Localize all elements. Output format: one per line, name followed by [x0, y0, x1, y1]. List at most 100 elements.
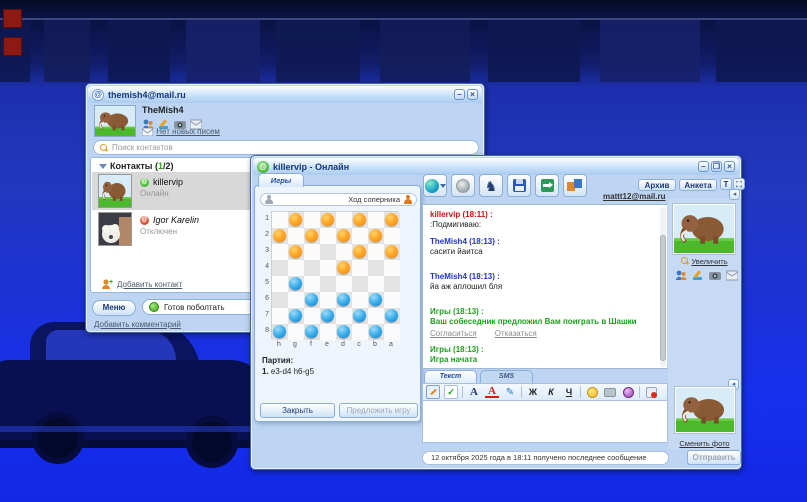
- accept-link[interactable]: Согласиться: [430, 329, 477, 338]
- board-cell[interactable]: [304, 228, 320, 244]
- messages-scrollbar[interactable]: [660, 207, 666, 367]
- checker-piece-blue[interactable]: [337, 293, 350, 306]
- checker-piece-blue[interactable]: [385, 309, 398, 322]
- checker-piece-orange[interactable]: [305, 229, 318, 242]
- board-cell[interactable]: [272, 228, 288, 244]
- checker-piece-orange[interactable]: [289, 245, 302, 258]
- board-cell[interactable]: [384, 308, 400, 324]
- board-cell[interactable]: [288, 308, 304, 324]
- board-cell[interactable]: [384, 244, 400, 260]
- board-cell[interactable]: [336, 228, 352, 244]
- checker-piece-blue[interactable]: [369, 293, 382, 306]
- board-cell[interactable]: [336, 292, 352, 308]
- board-cell[interactable]: [368, 260, 384, 276]
- games-button[interactable]: ♞: [479, 174, 503, 197]
- board-cell[interactable]: [288, 212, 304, 228]
- font-icon[interactable]: A: [467, 385, 481, 399]
- board-cell[interactable]: [304, 308, 320, 324]
- board-cell[interactable]: [288, 244, 304, 260]
- notes-icon[interactable]: [426, 385, 440, 399]
- add-comment-link[interactable]: Добавить комментарий: [94, 320, 181, 329]
- checker-piece-blue[interactable]: [289, 309, 302, 322]
- board-cell[interactable]: [352, 212, 368, 228]
- board-cell[interactable]: [384, 228, 400, 244]
- board-cell[interactable]: [288, 276, 304, 292]
- change-photo-link[interactable]: Сменить фото: [679, 439, 729, 448]
- board-cell[interactable]: [288, 228, 304, 244]
- webcam-button[interactable]: [451, 174, 475, 197]
- board-cell[interactable]: [288, 324, 304, 340]
- checker-piece-orange[interactable]: [289, 213, 302, 226]
- board-cell[interactable]: [368, 308, 384, 324]
- checker-piece-orange[interactable]: [369, 229, 382, 242]
- checker-piece-blue[interactable]: [289, 277, 302, 290]
- checker-piece-blue[interactable]: [305, 325, 318, 338]
- board-cell[interactable]: [320, 260, 336, 276]
- board-cell[interactable]: [384, 276, 400, 292]
- board-cell[interactable]: [288, 292, 304, 308]
- underline-icon[interactable]: Ч: [562, 385, 576, 399]
- minimize-icon[interactable]: –: [454, 89, 465, 100]
- checker-piece-orange[interactable]: [353, 245, 366, 258]
- tab-sms[interactable]: SMS: [480, 370, 533, 383]
- propose-game-button[interactable]: Предложить игру: [339, 403, 418, 418]
- board-cell[interactable]: [288, 260, 304, 276]
- board-cell[interactable]: [272, 212, 288, 228]
- board-cell[interactable]: [272, 276, 288, 292]
- chat-window-titlebar[interactable]: @ killervip - Онлайн – ❐ ×: [253, 158, 739, 175]
- checker-piece-blue[interactable]: [369, 325, 382, 338]
- contact-email-link[interactable]: mattt12@mail.ru: [603, 192, 665, 201]
- checker-piece-blue[interactable]: [353, 309, 366, 322]
- call-button[interactable]: [423, 174, 447, 197]
- block-user-icon[interactable]: [644, 385, 658, 399]
- tab-text[interactable]: Текст: [424, 370, 477, 383]
- contact-window-titlebar[interactable]: @ themish4@mail.ru – ×: [88, 86, 482, 103]
- board-cell[interactable]: [352, 276, 368, 292]
- emoticon-icon[interactable]: [585, 385, 599, 399]
- edit-status-icon[interactable]: [692, 268, 704, 279]
- profile-button[interactable]: Анкета: [679, 179, 717, 191]
- video-emotion-icon[interactable]: [603, 385, 617, 399]
- close-icon[interactable]: ×: [724, 161, 735, 172]
- board-cell[interactable]: [352, 244, 368, 260]
- decline-link[interactable]: Отказаться: [495, 329, 537, 338]
- board-cell[interactable]: [320, 292, 336, 308]
- message-input[interactable]: [422, 401, 668, 443]
- board-cell[interactable]: [368, 212, 384, 228]
- board-cell[interactable]: [320, 324, 336, 340]
- checker-piece-orange[interactable]: [385, 213, 398, 226]
- board-cell[interactable]: [368, 276, 384, 292]
- tab-games[interactable]: Игры: [258, 173, 304, 187]
- checker-piece-orange[interactable]: [337, 261, 350, 274]
- highlighter-icon[interactable]: ✎: [503, 385, 517, 399]
- board-cell[interactable]: [336, 308, 352, 324]
- board-cell[interactable]: [336, 324, 352, 340]
- board-cell[interactable]: [384, 292, 400, 308]
- board-cell[interactable]: [304, 292, 320, 308]
- spellcheck-icon[interactable]: ✓: [444, 385, 458, 399]
- close-icon[interactable]: ×: [467, 89, 478, 100]
- checker-piece-orange[interactable]: [385, 245, 398, 258]
- checker-piece-blue[interactable]: [273, 325, 286, 338]
- board-cell[interactable]: [368, 292, 384, 308]
- close-game-button[interactable]: Закрыть: [260, 403, 335, 418]
- checker-piece-orange[interactable]: [337, 229, 350, 242]
- alarm-icon[interactable]: [621, 385, 635, 399]
- maximize-icon[interactable]: ❐: [711, 161, 722, 172]
- board-cell[interactable]: [320, 212, 336, 228]
- conference-button[interactable]: [563, 174, 587, 197]
- board-cell[interactable]: [336, 276, 352, 292]
- board-cell[interactable]: [384, 324, 400, 340]
- board-cell[interactable]: [352, 292, 368, 308]
- board-cell[interactable]: [272, 260, 288, 276]
- board-cell[interactable]: [320, 276, 336, 292]
- contacts-group-header[interactable]: Контакты (1/2): [99, 161, 173, 171]
- file-transfer-button[interactable]: [535, 174, 559, 197]
- send-button[interactable]: Отправить: [687, 450, 741, 465]
- font-color-icon[interactable]: А: [485, 386, 499, 398]
- self-avatar[interactable]: [94, 105, 136, 137]
- board-cell[interactable]: [368, 228, 384, 244]
- checker-piece-blue[interactable]: [305, 293, 318, 306]
- add-contact-link[interactable]: Добавить контакт: [117, 280, 182, 289]
- enlarge-photo-link[interactable]: Увеличить: [691, 257, 727, 266]
